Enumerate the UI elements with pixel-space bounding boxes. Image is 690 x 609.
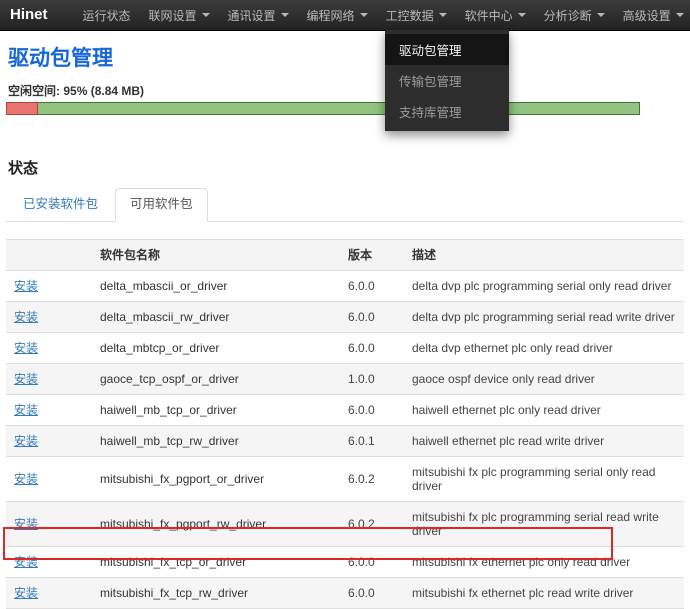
chevron-down-icon <box>676 13 684 17</box>
install-link[interactable]: 安装 <box>14 517 38 531</box>
header-description: 描述 <box>404 240 684 271</box>
navbar: Hinet 运行状态 联网设置 通讯设置 编程网络 工控数据 软件中心 分析诊断… <box>0 0 690 31</box>
package-description: mitsubishi fx plc programming serial onl… <box>404 457 684 502</box>
package-version: 6.0.0 <box>340 395 404 426</box>
install-link[interactable]: 安装 <box>14 586 38 600</box>
install-link[interactable]: 安装 <box>14 372 38 386</box>
package-description: mitsubishi fx ethernet plc read write dr… <box>404 578 684 609</box>
package-description: haiwell ethernet plc read write driver <box>404 426 684 457</box>
table-row-highlighted: 安装 mitsubishi_fx_tcp_rw_driver 6.0.0 mit… <box>6 578 684 609</box>
progress-used-segment <box>6 102 38 115</box>
dropdown-item-transfer-package-mgmt[interactable]: 传输包管理 <box>385 65 509 96</box>
package-name: haiwell_mb_tcp_rw_driver <box>92 426 340 457</box>
install-link[interactable]: 安装 <box>14 403 38 417</box>
package-tabs: 已安装软件包 可用软件包 <box>6 188 684 222</box>
brand-logo[interactable]: Hinet <box>0 0 58 30</box>
package-version: 6.0.2 <box>340 457 404 502</box>
tab-available-packages[interactable]: 可用软件包 <box>115 188 208 222</box>
free-space-label: 空闲空间: 95% (8.84 MB) <box>8 84 684 98</box>
package-description: delta dvp plc programming serial read wr… <box>404 302 684 333</box>
package-description: delta dvp ethernet plc only read driver <box>404 333 684 364</box>
package-version: 6.0.0 <box>340 271 404 302</box>
table-row: 安装 delta_mbascii_or_driver 6.0.0 delta d… <box>6 271 684 302</box>
page-title: 驱动包管理 <box>8 46 684 71</box>
package-name: haiwell_mb_tcp_or_driver <box>92 395 340 426</box>
package-name: delta_mbtcp_or_driver <box>92 333 340 364</box>
chevron-down-icon <box>518 13 526 17</box>
package-description: mitsubishi fx plc programming serial rea… <box>404 502 684 547</box>
table-row: 安装 delta_mbascii_rw_driver 6.0.0 delta d… <box>6 302 684 333</box>
install-link[interactable]: 安装 <box>14 279 38 293</box>
package-version: 6.0.0 <box>340 333 404 364</box>
package-description: delta dvp plc programming serial only re… <box>404 271 684 302</box>
nav-item-analysis-diagnosis[interactable]: 分析诊断 <box>535 0 614 30</box>
chevron-down-icon <box>439 13 447 17</box>
install-link[interactable]: 安装 <box>14 341 38 355</box>
driver-package-table: 软件包名称 版本 描述 安装 delta_mbascii_or_driver 6… <box>6 239 684 609</box>
package-version: 6.0.0 <box>340 302 404 333</box>
table-header-row: 软件包名称 版本 描述 <box>6 240 684 271</box>
table-row: 安装 haiwell_mb_tcp_rw_driver 6.0.1 haiwel… <box>6 426 684 457</box>
chevron-down-icon <box>360 13 368 17</box>
table-row: 安装 mitsubishi_fx_pgport_or_driver 6.0.2 … <box>6 457 684 502</box>
dropdown-item-support-library-mgmt[interactable]: 支持库管理 <box>385 96 509 127</box>
table-row: 安装 mitsubishi_fx_tcp_or_driver 6.0.0 mit… <box>6 547 684 578</box>
package-version: 6.0.1 <box>340 426 404 457</box>
chevron-down-icon <box>281 13 289 17</box>
nav-item-software-center[interactable]: 软件中心 <box>456 0 535 30</box>
install-link[interactable]: 安装 <box>14 472 38 486</box>
package-name: gaoce_tcp_ospf_or_driver <box>92 364 340 395</box>
package-name: mitsubishi_fx_tcp_or_driver <box>92 547 340 578</box>
table-row: 安装 delta_mbtcp_or_driver 6.0.0 delta dvp… <box>6 333 684 364</box>
package-name: mitsubishi_fx_pgport_or_driver <box>92 457 340 502</box>
progress-free-segment <box>38 102 640 115</box>
chevron-down-icon <box>202 13 210 17</box>
status-heading: 状态 <box>8 160 684 178</box>
nav-item-run-status[interactable]: 运行状态 <box>74 0 140 30</box>
package-description: gaoce ospf device only read driver <box>404 364 684 395</box>
package-version: 6.0.0 <box>340 547 404 578</box>
package-description: mitsubishi fx ethernet plc only read dri… <box>404 547 684 578</box>
disk-space-progress-bar <box>6 102 640 115</box>
package-description: haiwell ethernet plc only read driver <box>404 395 684 426</box>
nav-item-programming-network[interactable]: 编程网络 <box>298 0 377 30</box>
install-link[interactable]: 安装 <box>14 434 38 448</box>
package-version: 6.0.2 <box>340 502 404 547</box>
package-name: delta_mbascii_rw_driver <box>92 302 340 333</box>
package-version: 1.0.0 <box>340 364 404 395</box>
table-row: 安装 haiwell_mb_tcp_or_driver 6.0.0 haiwel… <box>6 395 684 426</box>
install-link[interactable]: 安装 <box>14 310 38 324</box>
package-version: 6.0.0 <box>340 578 404 609</box>
header-package-name: 软件包名称 <box>92 240 340 271</box>
header-action <box>6 240 92 271</box>
nav-item-industrial-data[interactable]: 工控数据 <box>377 0 456 30</box>
main-content: 驱动包管理 空闲空间: 95% (8.84 MB) 状态 已安装软件包 可用软件… <box>0 46 690 609</box>
install-link[interactable]: 安装 <box>14 555 38 569</box>
nav-item-network-settings[interactable]: 联网设置 <box>140 0 219 30</box>
software-center-dropdown: 驱动包管理 传输包管理 支持库管理 <box>385 30 509 131</box>
table-row: 安装 mitsubishi_fx_pgport_rw_driver 6.0.2 … <box>6 502 684 547</box>
header-version: 版本 <box>340 240 404 271</box>
nav-item-advanced-settings[interactable]: 高级设置 <box>614 0 690 30</box>
chevron-down-icon <box>597 13 605 17</box>
nav-item-comm-settings[interactable]: 通讯设置 <box>219 0 298 30</box>
package-name: mitsubishi_fx_tcp_rw_driver <box>92 578 340 609</box>
dropdown-item-driver-package-mgmt[interactable]: 驱动包管理 <box>385 34 509 65</box>
package-name: mitsubishi_fx_pgport_rw_driver <box>92 502 340 547</box>
package-name: delta_mbascii_or_driver <box>92 271 340 302</box>
tab-installed-packages[interactable]: 已安装软件包 <box>8 188 113 221</box>
table-row: 安装 gaoce_tcp_ospf_or_driver 1.0.0 gaoce … <box>6 364 684 395</box>
